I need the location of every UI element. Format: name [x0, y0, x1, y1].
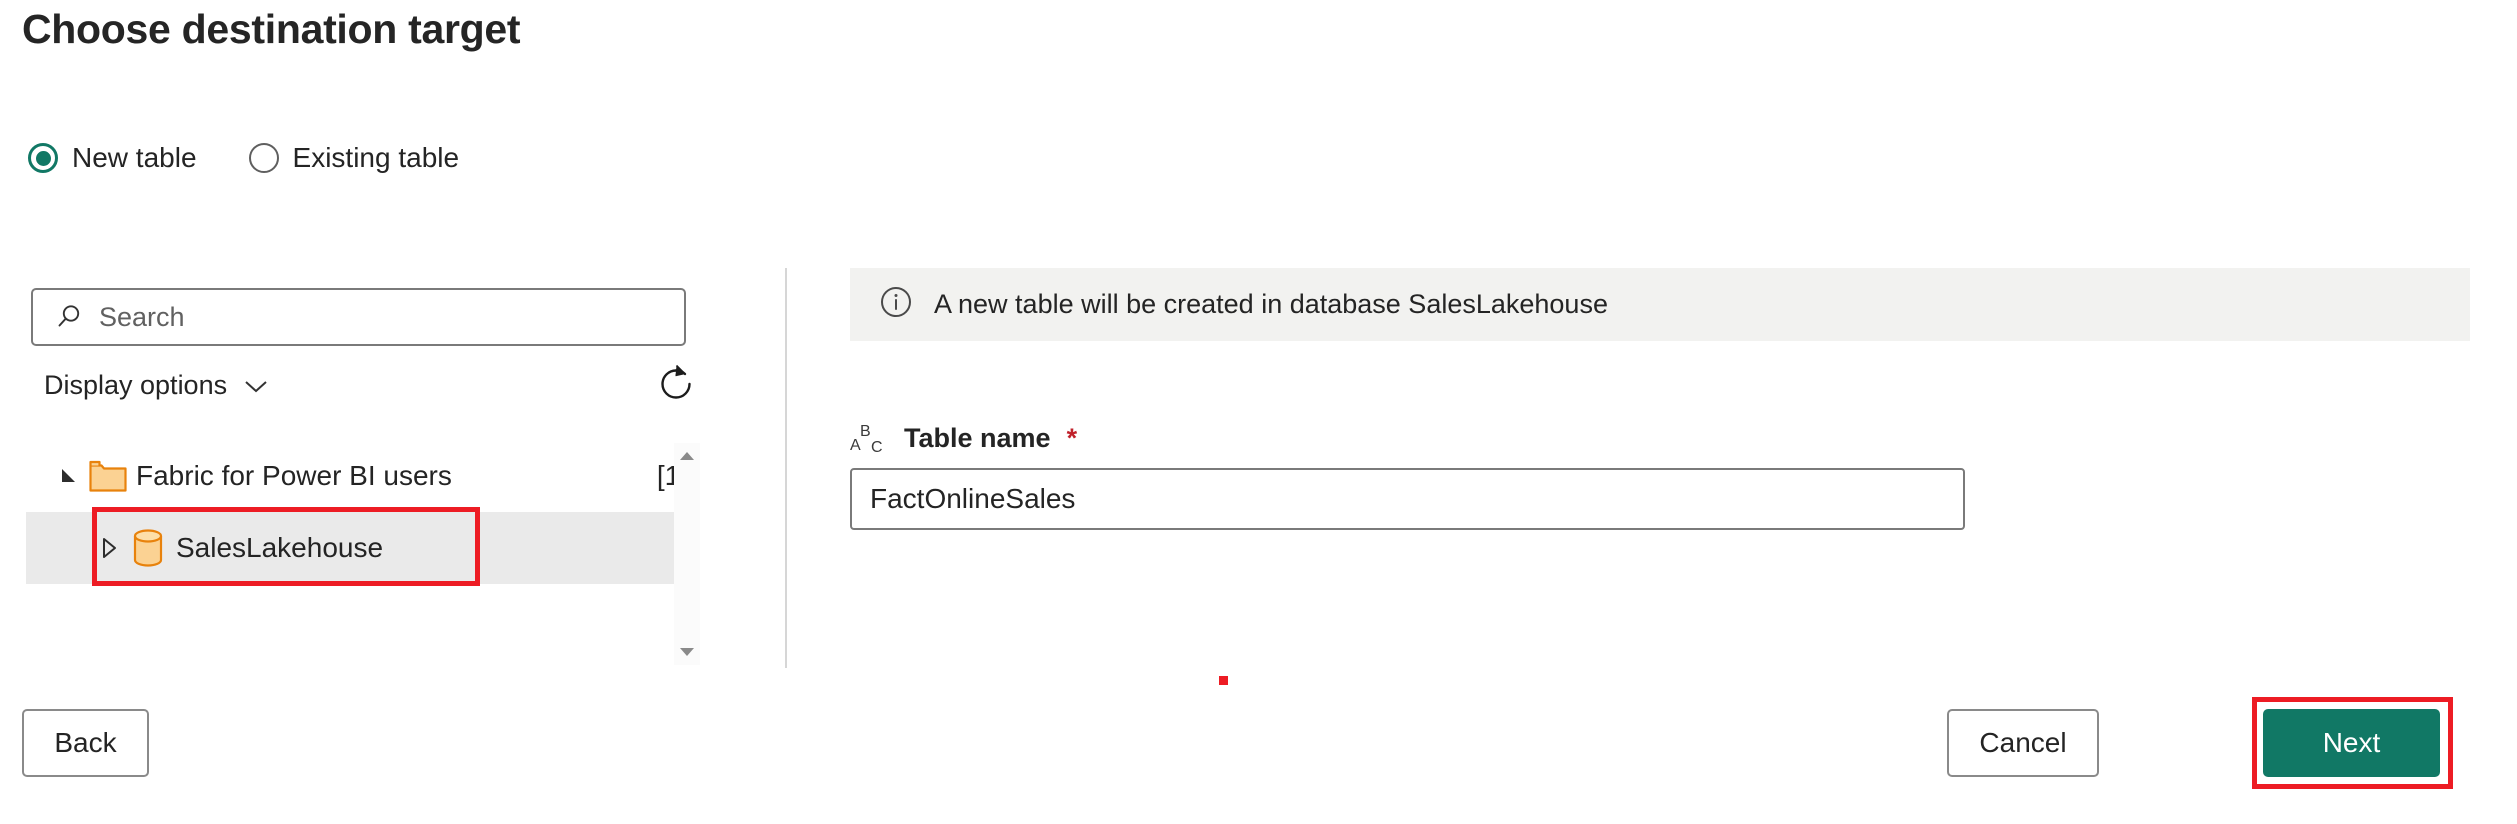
required-marker: * [1067, 423, 1078, 454]
radio-label-existing-table: Existing table [293, 142, 460, 174]
radio-option-existing-table[interactable]: Existing table [249, 142, 460, 174]
database-icon [126, 527, 170, 569]
tree-scrollbar[interactable] [674, 443, 700, 665]
scroll-down-icon[interactable] [674, 639, 700, 665]
chevron-down-icon [243, 378, 269, 394]
next-button[interactable]: Next [2263, 709, 2440, 777]
navigator-left-pane: Search Display options [0, 270, 745, 670]
back-button[interactable]: Back [22, 709, 149, 777]
tree-item-label: Fabric for Power BI users [136, 460, 452, 492]
folder-icon [86, 458, 130, 494]
search-icon [55, 303, 83, 331]
svg-text:C: C [871, 439, 883, 456]
radio-existing-table-indicator[interactable] [249, 143, 279, 173]
table-name-label: Table name [904, 423, 1051, 454]
source-tree: Fabric for Power BI users [1] SalesLakeh… [26, 440, 698, 655]
refresh-icon [655, 363, 697, 410]
destination-type-radio-group: New table Existing table [28, 142, 459, 174]
radio-label-new-table: New table [72, 142, 197, 174]
svg-text:B: B [860, 423, 871, 440]
tree-item-label: SalesLakehouse [176, 532, 383, 564]
info-icon [878, 284, 914, 325]
page-title: Choose destination target [22, 6, 520, 53]
triangle-expanded-icon[interactable] [52, 465, 86, 487]
tree-row[interactable]: SalesLakehouse [26, 512, 698, 584]
abc-text-type-icon: A B C [850, 418, 890, 458]
info-message-bar: A new table will be created in database … [850, 268, 2470, 341]
radio-new-table-indicator[interactable] [28, 143, 58, 173]
table-name-label-row: A B C Table name * [850, 418, 1077, 458]
pane-divider [785, 268, 787, 668]
scroll-up-icon[interactable] [674, 443, 700, 469]
tree-row[interactable]: Fabric for Power BI users [1] [26, 440, 698, 512]
table-name-value: FactOnlineSales [870, 483, 1075, 515]
triangle-collapsed-icon[interactable] [92, 536, 126, 560]
display-options-label: Display options [44, 370, 227, 401]
red-marker-dot [1219, 676, 1228, 685]
cancel-button[interactable]: Cancel [1947, 709, 2099, 777]
destination-details-pane: A new table will be created in database … [850, 268, 2480, 341]
refresh-button[interactable] [652, 362, 700, 410]
search-placeholder: Search [99, 302, 185, 333]
search-input[interactable]: Search [31, 288, 686, 346]
radio-option-new-table[interactable]: New table [28, 142, 197, 174]
display-options-dropdown[interactable]: Display options [44, 370, 269, 401]
info-message-text: A new table will be created in database … [934, 289, 1608, 320]
table-name-input[interactable]: FactOnlineSales [850, 468, 1965, 530]
radio-selected-dot-icon [36, 151, 51, 166]
